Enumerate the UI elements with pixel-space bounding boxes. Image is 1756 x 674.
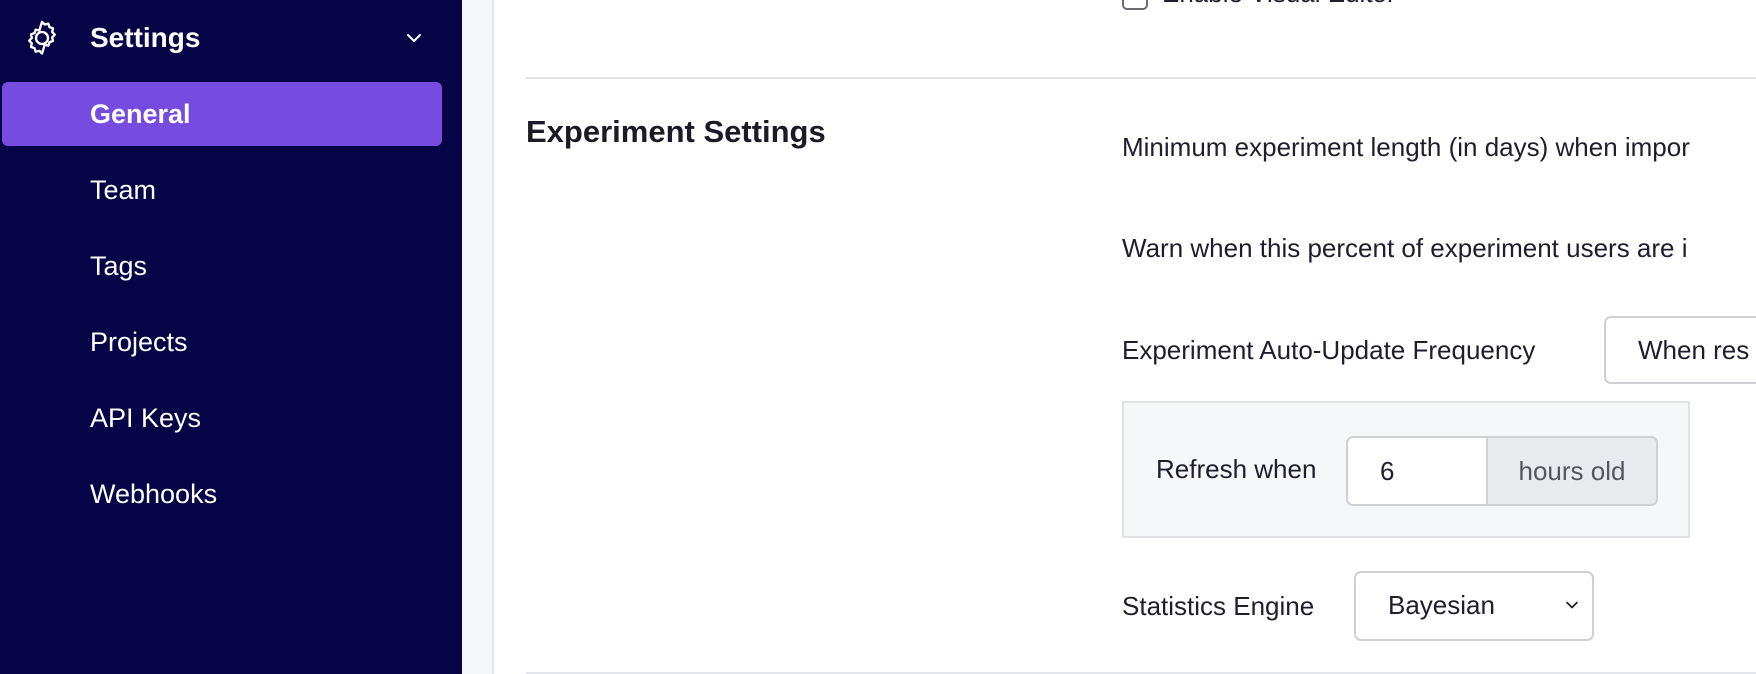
page-background	[462, 0, 492, 674]
refresh-when-label: Refresh when	[1156, 454, 1317, 484]
sidebar-item-label: Tags	[90, 251, 148, 281]
sidebar-item-projects[interactable]: Projects	[2, 310, 442, 374]
hours-old-addon: hours old	[1486, 436, 1658, 506]
sidebar-item-team[interactable]: Team	[2, 158, 442, 222]
sidebar-item-api-keys[interactable]: API Keys	[2, 386, 442, 450]
visual-editor-checkbox[interactable]	[1122, 0, 1148, 10]
settings-nav-title: Settings	[90, 22, 201, 53]
sidebar-item-label: API Keys	[90, 403, 202, 433]
visual-editor-label: Enable Visual Editor	[1162, 0, 1396, 8]
statistics-engine-label: Statistics Engine	[1122, 591, 1315, 621]
sidebar-item-webhooks[interactable]: Webhooks	[2, 462, 442, 526]
sidebar-item-label: Projects	[90, 327, 188, 357]
section-divider	[526, 77, 1756, 79]
sidebar-item-label: Webhooks	[90, 479, 218, 509]
refresh-settings-box: Refresh when hours old	[1122, 401, 1690, 538]
warn-percent-label: Warn when this percent of experiment use…	[1122, 233, 1688, 263]
min-experiment-length-label: Minimum experiment length (in days) when…	[1122, 132, 1690, 162]
sidebar: Settings General Team Tags Projects API …	[0, 0, 462, 674]
sidebar-item-label: Team	[90, 175, 157, 205]
auto-update-frequency-select[interactable]: When res	[1604, 316, 1756, 384]
sidebar-item-label: General	[90, 99, 191, 129]
statistics-engine-select[interactable]: Bayesian	[1354, 571, 1594, 641]
sidebar-item-tags[interactable]: Tags	[2, 234, 442, 298]
gear-icon	[28, 20, 56, 55]
settings-nav-header[interactable]: Settings	[0, 0, 462, 74]
sidebar-item-general[interactable]: General	[2, 82, 442, 146]
settings-panel: Enable Visual Editor Experiment Settings…	[492, 0, 1756, 674]
chevron-down-icon	[1566, 601, 1578, 609]
section-title-experiment-settings: Experiment Settings	[526, 114, 826, 149]
auto-update-frequency-value: When res	[1638, 335, 1750, 365]
refresh-hours-input[interactable]	[1346, 436, 1486, 506]
auto-update-frequency-label: Experiment Auto-Update Frequency	[1122, 335, 1536, 365]
statistics-engine-value: Bayesian	[1388, 590, 1495, 620]
chevron-down-icon[interactable]	[402, 26, 426, 50]
